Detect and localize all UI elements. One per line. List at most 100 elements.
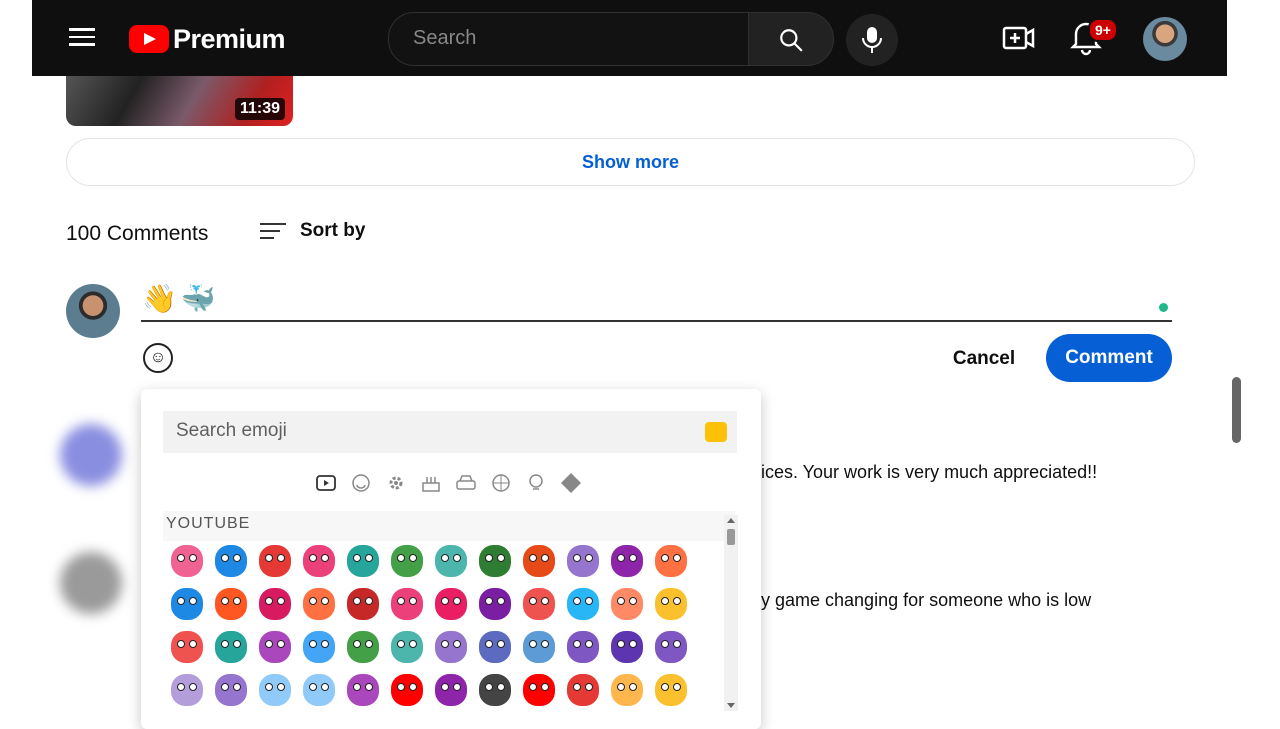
emoji-picker: YOUTUBE bbox=[141, 389, 761, 729]
emoji-item[interactable] bbox=[253, 539, 297, 582]
voice-search-button[interactable] bbox=[846, 14, 898, 66]
cancel-button[interactable]: Cancel bbox=[944, 337, 1024, 381]
comments-count: 100 Comments bbox=[66, 222, 209, 245]
search-icon bbox=[780, 29, 803, 52]
emoji-item[interactable] bbox=[429, 668, 473, 711]
page-scrollbar[interactable] bbox=[1232, 377, 1241, 443]
comment-button[interactable]: Comment bbox=[1046, 334, 1172, 382]
cake-icon[interactable] bbox=[419, 471, 443, 495]
emoji-item[interactable] bbox=[517, 582, 561, 625]
account-avatar[interactable] bbox=[1143, 17, 1187, 61]
emoji-item[interactable] bbox=[209, 539, 253, 582]
emoji-picker-toggle-icon[interactable]: ☺ bbox=[143, 343, 173, 373]
smiley-icon[interactable] bbox=[349, 471, 373, 495]
emoji-item[interactable] bbox=[253, 582, 297, 625]
emoji-icon bbox=[171, 673, 203, 706]
menu-button[interactable] bbox=[66, 23, 98, 53]
bulb-icon[interactable] bbox=[524, 471, 548, 495]
emoji-picker-scrollbar[interactable] bbox=[724, 515, 738, 711]
emoji-item[interactable] bbox=[297, 668, 341, 711]
emoji-item[interactable] bbox=[253, 625, 297, 668]
emoji-icon bbox=[215, 673, 247, 706]
emoji-search-box[interactable] bbox=[163, 411, 737, 453]
comment-text: y game changing for someone who is low bbox=[761, 590, 1092, 610]
emoji-item[interactable] bbox=[385, 668, 429, 711]
emoji-item[interactable] bbox=[165, 668, 209, 711]
emoji-item[interactable] bbox=[561, 625, 605, 668]
emoji-icon bbox=[435, 673, 467, 706]
emoji-icon bbox=[655, 673, 687, 706]
sort-by-button[interactable]: Sort by bbox=[260, 218, 365, 244]
emoji-item[interactable] bbox=[605, 625, 649, 668]
emoji-item[interactable] bbox=[649, 625, 693, 668]
emoji-item[interactable] bbox=[429, 625, 473, 668]
emoji-item[interactable] bbox=[385, 582, 429, 625]
emoji-item[interactable] bbox=[649, 582, 693, 625]
search-input[interactable] bbox=[411, 26, 735, 51]
menu-icon bbox=[69, 28, 95, 31]
emoji-item[interactable] bbox=[561, 539, 605, 582]
scroll-thumb[interactable] bbox=[727, 529, 735, 545]
emoji-item[interactable] bbox=[561, 582, 605, 625]
emoji-item[interactable] bbox=[209, 668, 253, 711]
youtube-icon[interactable] bbox=[314, 471, 338, 495]
ball-icon[interactable] bbox=[489, 471, 513, 495]
emoji-item[interactable] bbox=[517, 539, 561, 582]
notification-badge: 9+ bbox=[1088, 18, 1118, 42]
emoji-icon bbox=[303, 630, 335, 663]
emoji-item[interactable] bbox=[605, 539, 649, 582]
emoji-item[interactable] bbox=[385, 625, 429, 668]
emoji-item[interactable] bbox=[165, 582, 209, 625]
emoji-icon bbox=[347, 630, 379, 663]
emoji-item[interactable] bbox=[209, 582, 253, 625]
show-more-button[interactable]: Show more bbox=[66, 138, 1195, 186]
emoji-item[interactable] bbox=[473, 668, 517, 711]
emoji-item[interactable] bbox=[165, 625, 209, 668]
emoji-search-input[interactable] bbox=[174, 419, 678, 443]
emoji-item[interactable] bbox=[561, 668, 605, 711]
emoji-item[interactable] bbox=[429, 539, 473, 582]
emoji-item[interactable] bbox=[341, 539, 385, 582]
emoji-item[interactable] bbox=[341, 625, 385, 668]
create-button[interactable] bbox=[1000, 20, 1038, 56]
skin-tone-selector[interactable] bbox=[705, 422, 727, 442]
emoji-item[interactable] bbox=[517, 625, 561, 668]
emoji-item[interactable] bbox=[297, 625, 341, 668]
emoji-icon bbox=[303, 587, 335, 620]
emoji-icon bbox=[479, 630, 511, 663]
car-icon[interactable] bbox=[454, 471, 478, 495]
emoji-item[interactable] bbox=[605, 668, 649, 711]
video-duration: 11:39 bbox=[234, 98, 285, 120]
search-box[interactable] bbox=[388, 12, 750, 66]
youtube-premium-logo[interactable]: Premium bbox=[129, 22, 286, 56]
emoji-item[interactable] bbox=[209, 625, 253, 668]
video-thumbnail[interactable]: 11:39 bbox=[66, 76, 293, 126]
emoji-icon bbox=[479, 587, 511, 620]
emoji-icon bbox=[567, 630, 599, 663]
emoji-item[interactable] bbox=[385, 539, 429, 582]
emoji-icon bbox=[523, 544, 555, 577]
emoji-item[interactable] bbox=[341, 582, 385, 625]
emoji-item[interactable] bbox=[605, 582, 649, 625]
gear-icon[interactable] bbox=[384, 471, 408, 495]
search-button[interactable] bbox=[748, 12, 834, 66]
scroll-down-icon[interactable] bbox=[727, 703, 735, 708]
emoji-item[interactable] bbox=[297, 539, 341, 582]
emoji-item[interactable] bbox=[473, 625, 517, 668]
emoji-item[interactable] bbox=[473, 582, 517, 625]
emoji-item[interactable] bbox=[253, 668, 297, 711]
comment-input[interactable]: 👋🐳 bbox=[142, 282, 220, 315]
emoji-item[interactable] bbox=[517, 668, 561, 711]
diamond-icon[interactable] bbox=[559, 471, 583, 495]
emoji-item[interactable] bbox=[297, 582, 341, 625]
emoji-item[interactable] bbox=[473, 539, 517, 582]
emoji-icon bbox=[215, 544, 247, 577]
scroll-up-icon[interactable] bbox=[727, 518, 735, 523]
emoji-item[interactable] bbox=[341, 668, 385, 711]
emoji-item[interactable] bbox=[429, 582, 473, 625]
emoji-item[interactable] bbox=[649, 539, 693, 582]
emoji-item[interactable] bbox=[649, 668, 693, 711]
emoji-icon bbox=[259, 544, 291, 577]
emoji-grid bbox=[165, 539, 705, 711]
emoji-item[interactable] bbox=[165, 539, 209, 582]
